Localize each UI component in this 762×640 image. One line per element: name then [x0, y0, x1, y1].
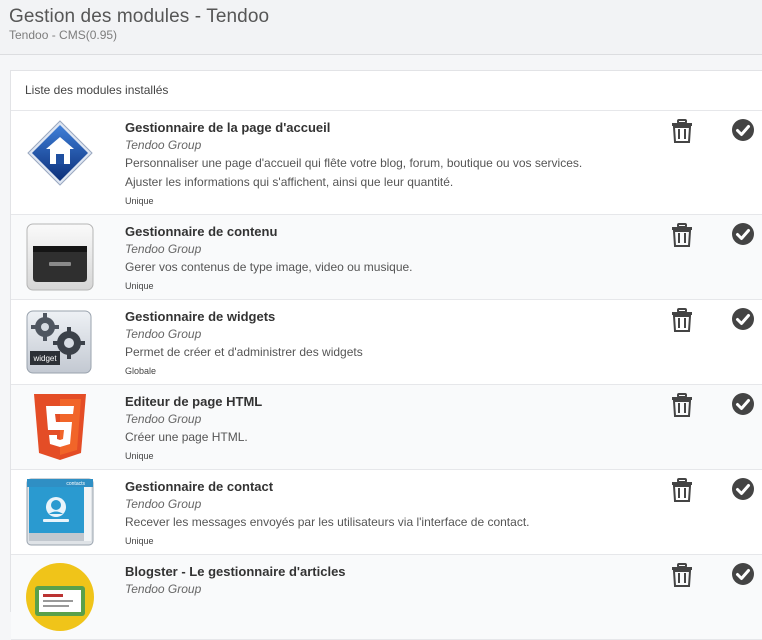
module-name: Gestionnaire de la page d'accueil [125, 120, 331, 135]
check-circle-icon[interactable] [732, 308, 754, 330]
html5-icon [25, 392, 95, 462]
trash-icon[interactable] [671, 308, 693, 332]
module-row: Editeur de page HTML Tendoo Group Créer … [11, 385, 762, 470]
page-header: Gestion des modules - Tendoo Tendoo - CM… [0, 0, 762, 55]
module-author: Tendoo Group [125, 327, 202, 341]
module-type: Unique [125, 196, 154, 206]
module-info: Gestionnaire de contenu Tendoo Group Ger… [125, 223, 665, 295]
trash-icon[interactable] [671, 478, 693, 502]
check-circle-icon[interactable] [732, 563, 754, 585]
module-name: Blogster - Le gestionnaire d'articles [125, 564, 346, 579]
contact-card-icon: contacts [25, 477, 95, 547]
module-author: Tendoo Group [125, 497, 202, 511]
home-diamond-icon [25, 118, 95, 188]
module-row: Gestionnaire de la page d'accueil Tendoo… [11, 111, 762, 215]
module-author: Tendoo Group [125, 138, 202, 152]
module-row: Gestionnaire de contenu Tendoo Group Ger… [11, 215, 762, 300]
check-circle-icon[interactable] [732, 393, 754, 415]
module-description: Ajuster les informations qui s'affichent… [125, 175, 454, 189]
trash-icon[interactable] [671, 119, 693, 143]
drawer-icon [25, 222, 95, 292]
module-row: contacts Gestionnaire de contact Tendoo … [11, 470, 762, 555]
module-author: Tendoo Group [125, 412, 202, 426]
module-name: Gestionnaire de contenu [125, 224, 278, 239]
modules-panel: Liste des modules installés Gestionnaire… [10, 70, 762, 640]
module-name: Gestionnaire de widgets [125, 309, 276, 324]
trash-icon[interactable] [671, 563, 693, 587]
module-name: Gestionnaire de contact [125, 479, 274, 494]
module-description: Permet de créer et d'administrer des wid… [125, 345, 363, 359]
module-description: Gerer vos contenus de type image, video … [125, 260, 413, 274]
module-type: Unique [125, 451, 154, 461]
widget-gears-icon: widget [25, 307, 95, 377]
module-type: Globale [125, 366, 157, 376]
module-type: Unique [125, 536, 154, 546]
svg-text:contacts: contacts [66, 481, 85, 487]
module-description: Créer une page HTML. [125, 430, 248, 444]
module-row: widget Gestionnaire de widgets Tendoo Gr… [11, 300, 762, 385]
svg-text:widget: widget [32, 354, 57, 363]
check-circle-icon[interactable] [732, 478, 754, 500]
check-circle-icon[interactable] [732, 119, 754, 141]
module-row: Blogster - Le gestionnaire d'articles Te… [11, 555, 762, 640]
blog-icon [25, 562, 95, 632]
module-list: Gestionnaire de la page d'accueil Tendoo… [11, 111, 762, 640]
page-title: Gestion des modules - Tendoo [9, 6, 270, 27]
module-name: Editeur de page HTML [125, 394, 263, 409]
module-info: Gestionnaire de contact Tendoo Group Rec… [125, 478, 665, 550]
trash-icon[interactable] [671, 393, 693, 417]
module-author: Tendoo Group [125, 242, 202, 256]
module-info: Gestionnaire de widgets Tendoo Group Per… [125, 308, 665, 380]
trash-icon[interactable] [671, 223, 693, 247]
check-circle-icon[interactable] [732, 223, 754, 245]
module-info: Gestionnaire de la page d'accueil Tendoo… [125, 119, 665, 210]
module-author: Tendoo Group [125, 582, 202, 596]
module-description: Personnaliser une page d'accueil qui flê… [125, 156, 583, 170]
panel-heading: Liste des modules installés [11, 71, 762, 111]
module-info: Editeur de page HTML Tendoo Group Créer … [125, 393, 665, 465]
module-description: Recever les messages envoyés par les uti… [125, 515, 530, 529]
page-subtitle: Tendoo - CMS(0.95) [9, 28, 118, 42]
module-type: Unique [125, 281, 154, 291]
module-info: Blogster - Le gestionnaire d'articles Te… [125, 563, 665, 598]
